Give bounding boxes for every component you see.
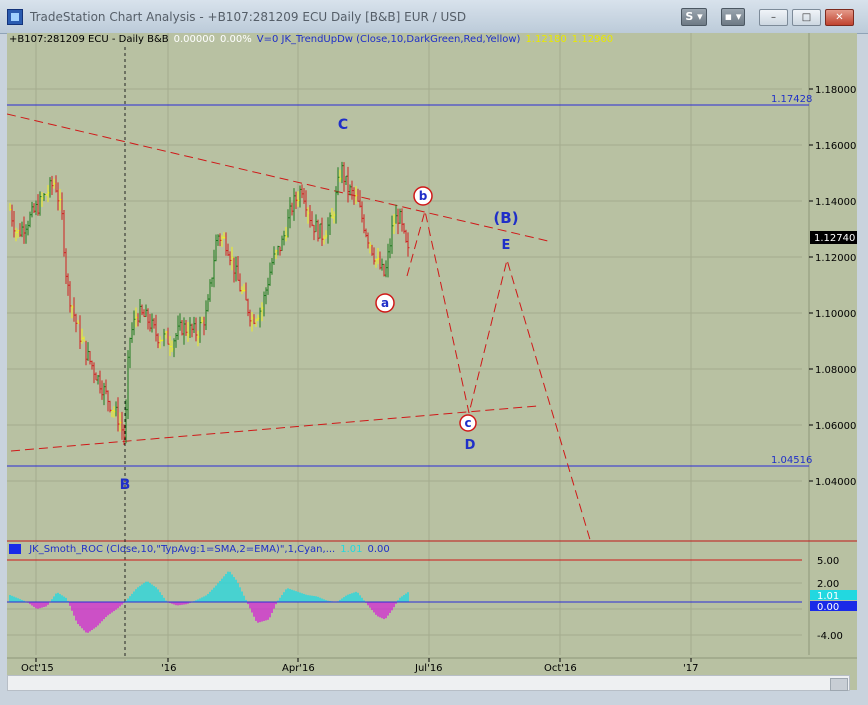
price-gridlines [7,33,802,655]
roc-tick-1: 5.00 [817,556,839,567]
wave-label-B-paren: (B) [493,209,518,227]
roc-tick-2: 2.00 [817,579,839,590]
time-tick-2: '16 [161,663,176,674]
roc-legend-val1: 1.01 [340,544,363,555]
roc-legend-val2: 0.00 [367,544,390,555]
wave-label-b: b [419,189,428,203]
wave-label-c: c [464,416,471,430]
price-tick-4: 1.12000 [815,253,856,264]
legend-val1: 1.12180 [525,34,567,45]
time-tick-6: '17 [683,663,698,674]
legend-indicator: V=0 JK_TrendUpDw (Close,10,DarkGreen,Red… [256,34,521,45]
level-label-upper: 1.17428 [771,94,812,105]
wave-label-a: a [381,296,389,310]
price-tick-3: 1.14000 [815,197,856,208]
roc-legend-icon [9,544,21,554]
level-label-lower: 1.04516 [771,455,812,466]
wave-label-C: C [338,117,348,133]
close-button[interactable]: ✕ [825,9,854,26]
roc-tick-3: -4.00 [817,631,843,642]
wave-label-D: D [465,438,476,453]
horizontal-scrollbar[interactable] [7,675,850,691]
price-tick-7: 1.06000 [815,421,856,432]
price-tick-6: 1.08000 [815,365,856,376]
roc-legend: JK_Smoth_ROC (Close,10,"TypAvg:1=SMA,2=E… [9,544,395,557]
time-tick-3: Apr'16 [282,663,315,674]
projection-path [406,210,592,544]
maximize-button[interactable]: □ [792,9,821,26]
legend-symbol: +B107:281209 ECU - Daily B&B [9,34,169,45]
legend-change: 0.00000 [173,34,215,45]
current-price-label: 1.12740 [814,233,855,244]
price-legend: +B107:281209 ECU - Daily B&B 0.00000 0.00%… [9,34,618,47]
price-tick-1: 1.18000 [815,85,856,96]
roc-legend-text: JK_Smoth_ROC (Close,10,"TypAvg:1=SMA,2=E… [29,544,336,555]
price-bars [9,161,410,446]
chart-area[interactable]: C b a (B) E c D B 1.18000 1.16000 1.1400… [7,33,857,690]
minimize-button[interactable]: – [759,9,788,26]
price-chart-svg: C b a (B) E c D B 1.18000 1.16000 1.1400… [7,33,857,674]
wave-label-B: B [120,477,131,493]
roc-current-hi: 1.01 [817,591,839,602]
title-bar: TradeStation Chart Analysis - +B107:2812… [0,0,868,34]
window-title: TradeStation Chart Analysis - +B107:2812… [30,10,467,24]
scrollbar-thumb[interactable] [830,678,848,691]
time-tick-1: Oct'15 [21,663,54,674]
wave-label-E: E [502,238,511,253]
upper-trend-line [7,113,549,242]
price-tick-8: 1.04000 [815,477,856,488]
time-tick-5: Oct'16 [544,663,577,674]
style-button[interactable]: S ▾ [681,8,707,26]
price-tick-2: 1.16000 [815,141,856,152]
legend-val2: 1.12960 [571,34,614,45]
legend-pct: 0.00% [220,34,252,45]
lock-button[interactable]: ▪ ▾ [721,8,745,26]
lower-trend-line [10,405,538,452]
price-tick-5: 1.10000 [815,309,856,320]
tradestation-icon [7,9,23,25]
time-tick-4: Jul'16 [414,663,443,674]
roc-current-lo: 0.00 [817,602,839,613]
